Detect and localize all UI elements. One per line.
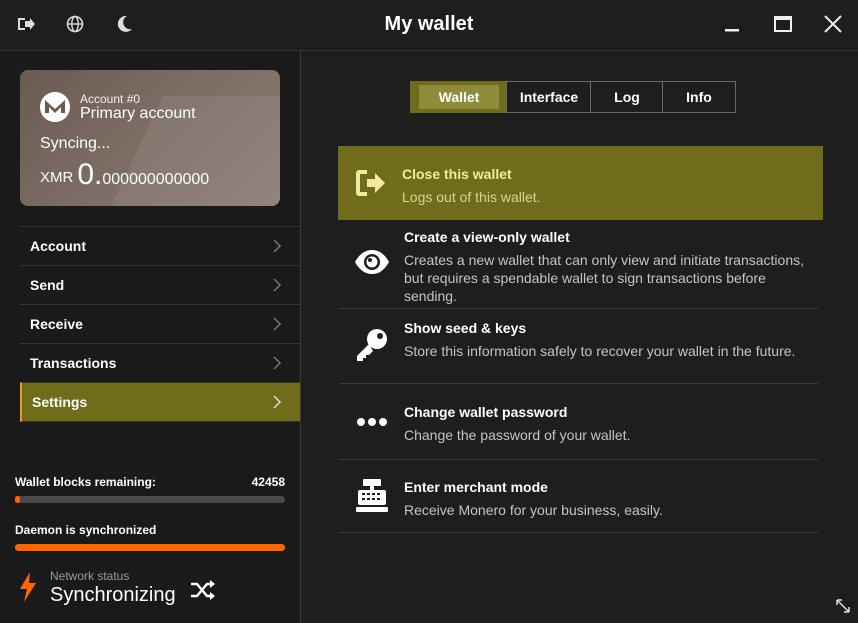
item-description: Creates a new wallet that can only view … xyxy=(404,252,804,304)
account-card[interactable]: Account #0 Primary account Syncing... XM… xyxy=(20,70,280,206)
item-description: Change the password of your wallet. xyxy=(404,427,631,443)
sign-out-icon xyxy=(356,170,385,196)
lightning-icon xyxy=(20,572,36,602)
tab-label: Info xyxy=(686,89,712,105)
blocks-progress-bar xyxy=(15,496,285,503)
sync-status: Syncing... xyxy=(40,135,111,152)
minimize-icon[interactable] xyxy=(720,12,744,36)
network-status-label: Network status xyxy=(50,569,130,583)
sidebar-nav: Account Send Receive Transactions Settin… xyxy=(20,226,300,422)
ellipsis-icon xyxy=(357,418,387,426)
sidebar-item-label: Receive xyxy=(30,316,83,332)
tab-log[interactable]: Log xyxy=(590,81,664,113)
chevron-right-icon xyxy=(273,278,282,292)
sidebar-item-settings[interactable]: Settings xyxy=(20,382,300,422)
close-icon[interactable] xyxy=(821,12,845,36)
resize-icon[interactable] xyxy=(836,599,850,613)
title-bar: My wallet xyxy=(0,0,858,51)
item-title: Show seed & keys xyxy=(404,320,527,336)
tab-info[interactable]: Info xyxy=(662,81,736,113)
tab-label: Interface xyxy=(519,89,579,105)
tab-label: Wallet xyxy=(419,85,499,109)
close-wallet-item[interactable]: Close this wallet Logs out of this walle… xyxy=(338,146,823,220)
wallet-settings-list: Close this wallet Logs out of this walle… xyxy=(338,146,823,533)
cash-register-icon xyxy=(356,479,388,512)
blocks-progress-fill xyxy=(15,496,21,503)
chevron-right-icon xyxy=(273,356,282,370)
chevron-right-icon xyxy=(273,317,282,331)
tab-wallet[interactable]: Wallet xyxy=(410,81,508,113)
item-description: Store this information safely to recover… xyxy=(404,343,796,359)
key-icon xyxy=(357,329,387,361)
sidebar-item-label: Transactions xyxy=(30,355,117,371)
sidebar-item-transactions[interactable]: Transactions xyxy=(20,343,300,382)
balance: XMR 0.000000000000 xyxy=(40,158,209,192)
sidebar-item-label: Settings xyxy=(32,394,88,410)
change-password-item[interactable]: Change wallet password Change the passwo… xyxy=(340,384,818,460)
tab-label: Log xyxy=(614,89,640,105)
blocks-remaining-count: 42458 xyxy=(251,475,285,489)
sidebar-item-label: Account xyxy=(30,238,86,254)
sidebar: Account #0 Primary account Syncing... XM… xyxy=(0,51,301,623)
chevron-right-icon xyxy=(273,239,282,253)
item-title: Change wallet password xyxy=(404,404,568,420)
account-number: Account #0 xyxy=(80,92,141,106)
sidebar-item-label: Send xyxy=(30,277,65,293)
show-seed-keys-item[interactable]: Show seed & keys Store this information … xyxy=(340,309,818,384)
maximize-icon[interactable] xyxy=(771,12,795,36)
blocks-remaining-label: Wallet blocks remaining: xyxy=(15,475,156,489)
account-name: Primary account xyxy=(80,105,196,122)
item-title: Enter merchant mode xyxy=(404,479,548,495)
item-description: Logs out of this wallet. xyxy=(402,189,541,205)
network-status: Synchronizing xyxy=(50,584,176,606)
balance-integer: 0. xyxy=(77,158,103,191)
daemon-status-label: Daemon is synchronized xyxy=(15,523,157,537)
item-title: Create a view-only wallet xyxy=(404,229,570,245)
merchant-mode-item[interactable]: Enter merchant mode Receive Monero for y… xyxy=(340,460,818,533)
daemon-progress-fill xyxy=(15,544,285,551)
item-title: Close this wallet xyxy=(402,166,512,182)
monero-logo xyxy=(40,92,70,122)
shuffle-icon[interactable] xyxy=(190,579,216,601)
sidebar-item-send[interactable]: Send xyxy=(20,265,300,304)
balance-currency: XMR xyxy=(40,169,74,186)
sidebar-item-receive[interactable]: Receive xyxy=(20,304,300,343)
item-description: Receive Monero for your business, easily… xyxy=(404,502,663,518)
sidebar-item-account[interactable]: Account xyxy=(20,226,300,265)
eye-icon xyxy=(355,250,389,274)
create-view-only-item[interactable]: Create a view-only wallet Creates a new … xyxy=(340,220,818,309)
balance-decimals: 000000000000 xyxy=(102,171,210,188)
chevron-right-icon xyxy=(273,395,282,409)
daemon-progress-bar xyxy=(15,544,285,551)
tab-interface[interactable]: Interface xyxy=(506,81,592,113)
